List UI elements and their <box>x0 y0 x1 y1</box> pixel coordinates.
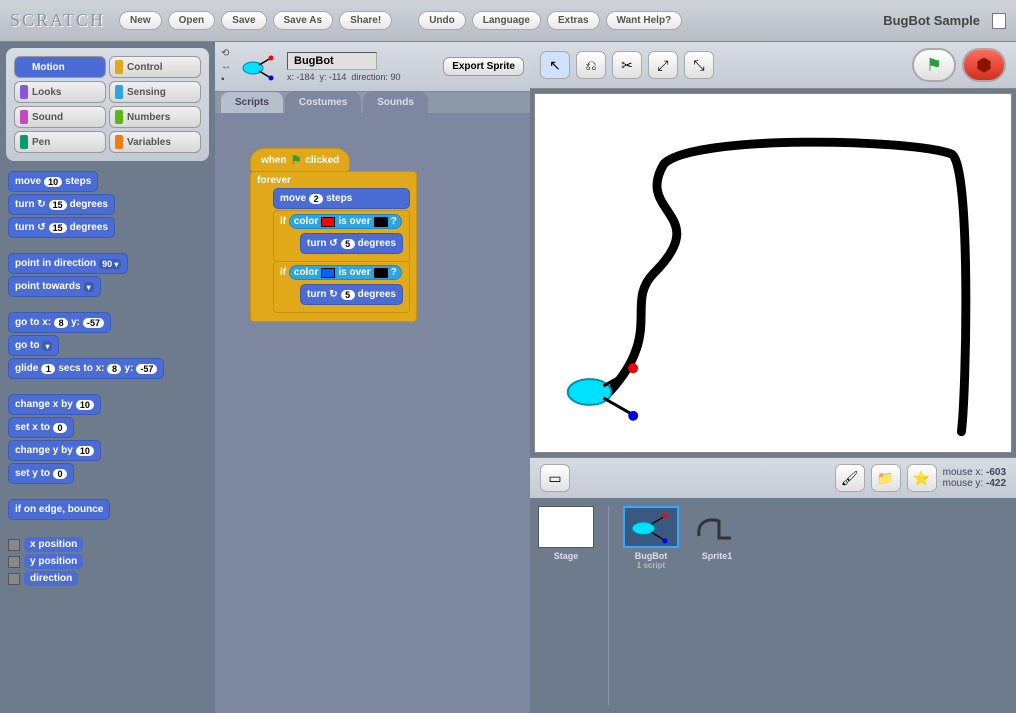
notes-icon[interactable] <box>992 13 1006 29</box>
block-goto-xy[interactable]: go to x:8y:-57 <box>8 312 111 333</box>
block-goto[interactable]: go to <box>8 335 59 356</box>
sprite-name-field[interactable]: BugBot <box>287 52 377 70</box>
reporter-direction[interactable]: direction <box>8 571 207 586</box>
block-turn-cw-5[interactable]: turn ↻5degrees <box>300 284 403 305</box>
sprite-item-bugbot[interactable]: BugBot 1 script <box>623 506 679 705</box>
script-column: ⟲ ↔ ▪ BugBot x: -184 y: -114 direction: … <box>215 42 530 713</box>
green-flag-button[interactable]: ⚑ <box>912 48 956 82</box>
new-button[interactable]: New <box>119 11 162 30</box>
sprite-thumbnail <box>239 52 279 82</box>
stage-column: ↖ ⎌ ✂ ⤢ ⤡ ⚑ ⬢ ▭ 🖌 📁 ⭐ <box>530 42 1016 713</box>
category-variables[interactable]: Variables <box>109 131 201 153</box>
block-turn-ccw[interactable]: turn ↺15degrees <box>8 217 115 238</box>
tab-scripts[interactable]: Scripts <box>221 92 283 113</box>
help-button[interactable]: Want Help? <box>606 11 683 30</box>
export-sprite-button[interactable]: Export Sprite <box>443 57 524 76</box>
sprite-list: Stage BugBot 1 script Sprite1 <box>530 498 1016 713</box>
category-control[interactable]: Control <box>109 56 201 78</box>
paint-new-sprite-button[interactable]: 🖌 <box>835 464 865 492</box>
tool-shrink[interactable]: ⤡ <box>684 51 714 79</box>
tool-stamp[interactable]: ⎌ <box>576 51 606 79</box>
category-numbers[interactable]: Numbers <box>109 106 201 128</box>
category-sound[interactable]: Sound <box>14 106 106 128</box>
category-motion[interactable]: Motion <box>14 56 106 78</box>
scratch-logo: SCRATCH <box>10 10 105 31</box>
reporter-x-position[interactable]: x position <box>8 537 207 552</box>
below-stage-bar: ▭ 🖌 📁 ⭐ mouse x: -603 mouse y: -422 <box>530 457 1016 498</box>
language-button[interactable]: Language <box>472 11 541 30</box>
category-sensing[interactable]: Sensing <box>109 81 201 103</box>
category-looks[interactable]: Looks <box>14 81 106 103</box>
project-title: BugBot Sample <box>883 13 980 28</box>
block-if-2[interactable]: if coloris over? turn ↻5degrees <box>273 261 410 313</box>
stage[interactable] <box>534 93 1012 453</box>
undo-button[interactable]: Undo <box>418 11 466 30</box>
sprite-item-sprite1[interactable]: Sprite1 <box>689 506 745 705</box>
block-set-x[interactable]: set x to0 <box>8 417 74 438</box>
sprite-header: ⟲ ↔ ▪ BugBot x: -184 y: -114 direction: … <box>215 42 530 92</box>
motion-palette: move10steps turn ↻15degrees turn ↺15degr… <box>6 169 209 600</box>
sensing-color-over-1[interactable]: coloris over? <box>289 214 402 229</box>
reporter-y-position[interactable]: y position <box>8 554 207 569</box>
stage-toolbar: ↖ ⎌ ✂ ⤢ ⤡ ⚑ ⬢ <box>530 42 1016 89</box>
save-button[interactable]: Save <box>221 11 266 30</box>
tab-sounds[interactable]: Sounds <box>363 92 428 113</box>
flag-icon: ⚑ <box>291 153 302 167</box>
extras-button[interactable]: Extras <box>547 11 600 30</box>
block-palette-column: Motion Control Looks Sensing Sound Numbe… <box>0 42 215 713</box>
editor-tabs: Scripts Costumes Sounds <box>215 92 530 113</box>
share-button[interactable]: Share! <box>339 11 392 30</box>
script-area[interactable]: when⚑clicked forever move2steps if color… <box>215 113 530 713</box>
stage-thumb[interactable]: Stage <box>538 506 594 705</box>
hat-when-flag-clicked[interactable]: when⚑clicked <box>250 148 350 172</box>
block-point-direction[interactable]: point in direction90 <box>8 253 128 274</box>
tab-costumes[interactable]: Costumes <box>285 92 361 113</box>
block-turn-ccw-5[interactable]: turn ↺5degrees <box>300 233 403 254</box>
rotate-none-icon[interactable]: ▪ <box>221 74 231 85</box>
surprise-sprite-button[interactable]: ⭐ <box>907 464 937 492</box>
block-forever[interactable]: forever move2steps if coloris over? turn… <box>250 171 417 322</box>
sprite-position-readout: x: -184 y: -114 direction: 90 <box>287 72 435 82</box>
presentation-button[interactable]: ▭ <box>540 464 570 492</box>
stop-button[interactable]: ⬢ <box>962 48 1006 82</box>
block-change-x[interactable]: change x by10 <box>8 394 101 415</box>
choose-sprite-button[interactable]: 📁 <box>871 464 901 492</box>
block-move-steps[interactable]: move10steps <box>8 171 98 192</box>
mouse-coords: mouse x: -603 mouse y: -422 <box>943 467 1006 489</box>
save-as-button[interactable]: Save As <box>273 11 334 30</box>
tool-cut[interactable]: ✂ <box>612 51 642 79</box>
block-edge-bounce[interactable]: if on edge, bounce <box>8 499 110 520</box>
top-toolbar: SCRATCH New Open Save Save As Share! Und… <box>0 0 1016 42</box>
block-point-towards[interactable]: point towards <box>8 276 101 297</box>
block-if-1[interactable]: if coloris over? turn ↺5degrees <box>273 210 410 262</box>
block-set-y[interactable]: set y to0 <box>8 463 74 484</box>
category-pen[interactable]: Pen <box>14 131 106 153</box>
sensing-color-over-2[interactable]: coloris over? <box>289 265 402 280</box>
script-stack[interactable]: when⚑clicked forever move2steps if color… <box>250 148 417 322</box>
open-button[interactable]: Open <box>168 11 216 30</box>
category-selector: Motion Control Looks Sensing Sound Numbe… <box>6 48 209 161</box>
block-change-y[interactable]: change y by10 <box>8 440 101 461</box>
block-turn-cw[interactable]: turn ↻15degrees <box>8 194 115 215</box>
rotate-flip-icon[interactable]: ↔ <box>221 61 231 72</box>
rotate-free-icon[interactable]: ⟲ <box>221 48 231 59</box>
tool-grow[interactable]: ⤢ <box>648 51 678 79</box>
block-glide[interactable]: glide1secs to x:8y:-57 <box>8 358 164 379</box>
tool-pointer[interactable]: ↖ <box>540 51 570 79</box>
block-move-2[interactable]: move2steps <box>273 188 410 209</box>
